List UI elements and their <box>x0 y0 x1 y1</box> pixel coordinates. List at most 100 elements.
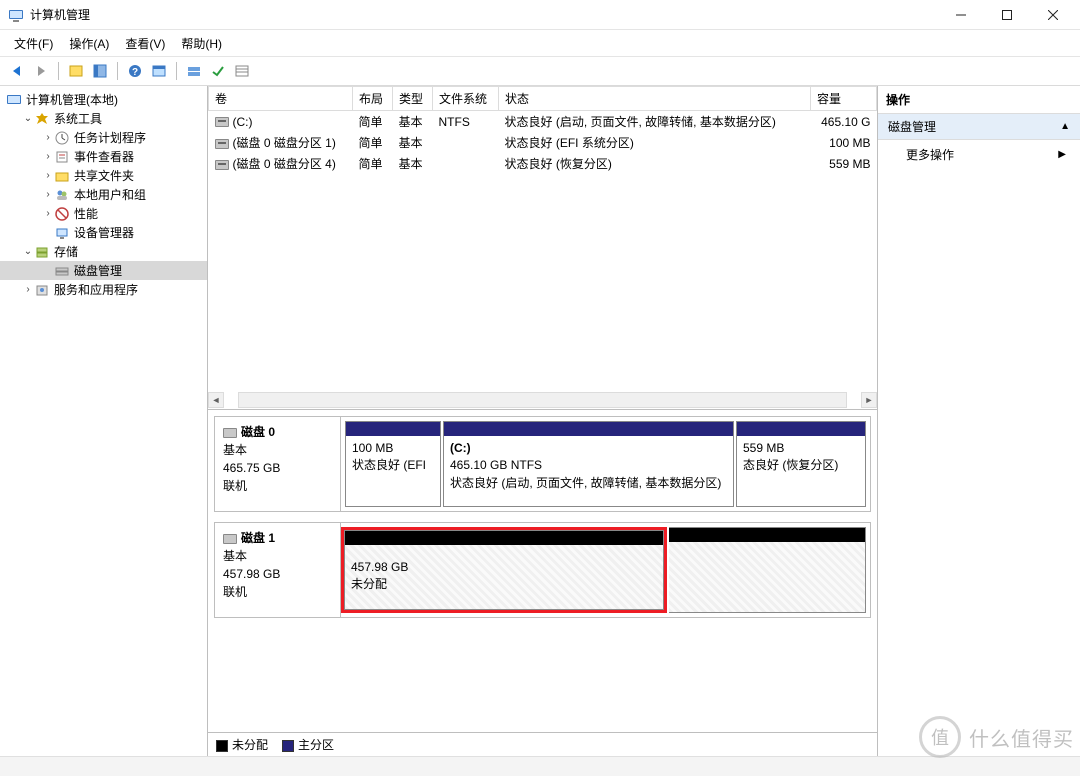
legend-primary: 主分区 <box>282 736 334 753</box>
navigation-tree[interactable]: 计算机管理(本地) 系统工具 任务计划程序 事件查看器 共享文件夹 本地用户和组… <box>0 86 208 756</box>
partition-unallocated[interactable]: 457.98 GB未分配 <box>344 530 664 610</box>
menu-file[interactable]: 文件(F) <box>6 32 61 55</box>
tree-shared-folders[interactable]: 共享文件夹 <box>0 166 207 185</box>
disk-partitions: 100 MB状态良好 (EFI (C:)465.10 GB NTFS状态良好 (… <box>341 417 870 511</box>
tree-device-manager[interactable]: 设备管理器 <box>0 223 207 242</box>
tree-system-tools[interactable]: 系统工具 <box>0 109 207 128</box>
col-capacity[interactable]: 容量 <box>811 87 877 111</box>
forward-button[interactable] <box>30 60 52 82</box>
minimize-button[interactable] <box>938 0 984 30</box>
menu-bar: 文件(F) 操作(A) 查看(V) 帮助(H) <box>0 30 1080 56</box>
watermark-badge: 值 <box>919 716 961 758</box>
partition-efi[interactable]: 100 MB状态良好 (EFI <box>345 421 441 507</box>
menu-view[interactable]: 查看(V) <box>117 32 173 55</box>
table-row[interactable]: (磁盘 0 磁盘分区 4)简单基本状态良好 (恢复分区)559 MB <box>209 153 877 174</box>
tree-event-viewer[interactable]: 事件查看器 <box>0 147 207 166</box>
watermark: 值 什么值得买 <box>919 716 1074 758</box>
menu-action[interactable]: 操作(A) <box>61 32 117 55</box>
main-content: 计算机管理(本地) 系统工具 任务计划程序 事件查看器 共享文件夹 本地用户和组… <box>0 86 1080 756</box>
scroll-track[interactable] <box>238 392 847 408</box>
disk-name: 磁盘 1 <box>241 531 275 545</box>
tree-label: 事件查看器 <box>74 148 134 165</box>
scroll-right-button[interactable]: ► <box>861 392 877 408</box>
maximize-button[interactable] <box>984 0 1030 30</box>
tree-performance[interactable]: 性能 <box>0 204 207 223</box>
tree-local-users[interactable]: 本地用户和组 <box>0 185 207 204</box>
disk-size: 457.98 GB <box>223 567 280 581</box>
tree-label: 系统工具 <box>54 110 102 127</box>
chevron-right-icon[interactable] <box>42 132 54 143</box>
toolbar-separator <box>58 62 59 80</box>
chevron-right-icon[interactable] <box>42 208 54 219</box>
col-status[interactable]: 状态 <box>499 87 811 111</box>
disk-kind: 基本 <box>223 443 247 457</box>
disk-row-0[interactable]: 磁盘 0 基本 465.75 GB 联机 100 MB状态良好 (EFI (C:… <box>214 416 871 512</box>
disk-partitions: 457.98 GB未分配 <box>341 523 870 617</box>
col-fs[interactable]: 文件系统 <box>433 87 499 111</box>
chevron-right-icon[interactable] <box>22 284 34 295</box>
col-type[interactable]: 类型 <box>393 87 433 111</box>
actions-more[interactable]: 更多操作▶ <box>878 140 1080 169</box>
tree-label: 磁盘管理 <box>74 262 122 279</box>
tree-task-scheduler[interactable]: 任务计划程序 <box>0 128 207 147</box>
chevron-down-icon[interactable] <box>22 246 34 257</box>
tree-label: 存储 <box>54 243 78 260</box>
actions-header: 操作 <box>878 86 1080 114</box>
drive-icon <box>215 160 229 170</box>
svg-text:?: ? <box>132 67 138 78</box>
volume-table[interactable]: 卷 布局 类型 文件系统 状态 容量 (C:)简单基本NTFS状态良好 (启动,… <box>208 86 877 410</box>
tree-label: 计算机管理(本地) <box>26 91 118 108</box>
tree-label: 本地用户和组 <box>74 186 146 203</box>
actions-pane: 操作 磁盘管理▲ 更多操作▶ <box>878 86 1080 756</box>
legend-unallocated: 未分配 <box>216 736 268 753</box>
close-button[interactable] <box>1030 0 1076 30</box>
toolbar-button-6[interactable] <box>183 60 205 82</box>
disk-kind: 基本 <box>223 549 247 563</box>
bottom-strip <box>0 756 1080 776</box>
back-button[interactable] <box>6 60 28 82</box>
scroll-left-button[interactable]: ◄ <box>208 392 224 408</box>
disk-name: 磁盘 0 <box>241 425 275 439</box>
chevron-right-icon[interactable] <box>42 189 54 200</box>
actions-section[interactable]: 磁盘管理▲ <box>878 114 1080 140</box>
watermark-text: 什么值得买 <box>969 723 1074 752</box>
partition-recovery[interactable]: 559 MB态良好 (恢复分区) <box>736 421 866 507</box>
window-title: 计算机管理 <box>30 6 938 23</box>
tree-disk-management[interactable]: 磁盘管理 <box>0 261 207 280</box>
toolbar-button-5[interactable] <box>148 60 170 82</box>
table-row[interactable]: (磁盘 0 磁盘分区 1)简单基本状态良好 (EFI 系统分区)100 MB <box>209 132 877 153</box>
tree-label: 设备管理器 <box>74 224 134 241</box>
drive-icon <box>215 139 229 149</box>
disk-info: 磁盘 0 基本 465.75 GB 联机 <box>215 417 341 511</box>
center-pane: 卷 布局 类型 文件系统 状态 容量 (C:)简单基本NTFS状态良好 (启动,… <box>208 86 878 756</box>
disk-row-1[interactable]: 磁盘 1 基本 457.98 GB 联机 457.98 GB未分配 <box>214 522 871 618</box>
title-bar: 计算机管理 <box>0 0 1080 30</box>
app-icon <box>8 7 24 23</box>
tree-label: 任务计划程序 <box>74 129 146 146</box>
tree-label: 服务和应用程序 <box>54 281 138 298</box>
partition-c[interactable]: (C:)465.10 GB NTFS状态良好 (启动, 页面文件, 故障转储, … <box>443 421 734 507</box>
toolbar-button-7[interactable] <box>207 60 229 82</box>
legend: 未分配 主分区 <box>208 732 877 756</box>
chevron-down-icon[interactable] <box>22 113 34 124</box>
col-layout[interactable]: 布局 <box>353 87 393 111</box>
tree-label: 性能 <box>74 205 98 222</box>
toolbar-separator <box>176 62 177 80</box>
disk-state: 联机 <box>223 585 247 599</box>
horizontal-scrollbar[interactable]: ◄ ► <box>208 391 877 409</box>
tree-root[interactable]: 计算机管理(本地) <box>0 90 207 109</box>
show-hide-tree-button[interactable] <box>65 60 87 82</box>
collapse-icon[interactable]: ▲ <box>1060 121 1070 132</box>
partition-unallocated-rest[interactable] <box>669 527 867 613</box>
table-row[interactable]: (C:)简单基本NTFS状态良好 (启动, 页面文件, 故障转储, 基本数据分区… <box>209 111 877 133</box>
toolbar-button-8[interactable] <box>231 60 253 82</box>
help-button[interactable]: ? <box>124 60 146 82</box>
chevron-right-icon[interactable] <box>42 151 54 162</box>
col-volume[interactable]: 卷 <box>209 87 353 111</box>
disk-icon <box>223 428 237 438</box>
chevron-right-icon[interactable] <box>42 170 54 181</box>
menu-help[interactable]: 帮助(H) <box>173 32 230 55</box>
tree-storage[interactable]: 存储 <box>0 242 207 261</box>
properties-button[interactable] <box>89 60 111 82</box>
tree-services-apps[interactable]: 服务和应用程序 <box>0 280 207 299</box>
